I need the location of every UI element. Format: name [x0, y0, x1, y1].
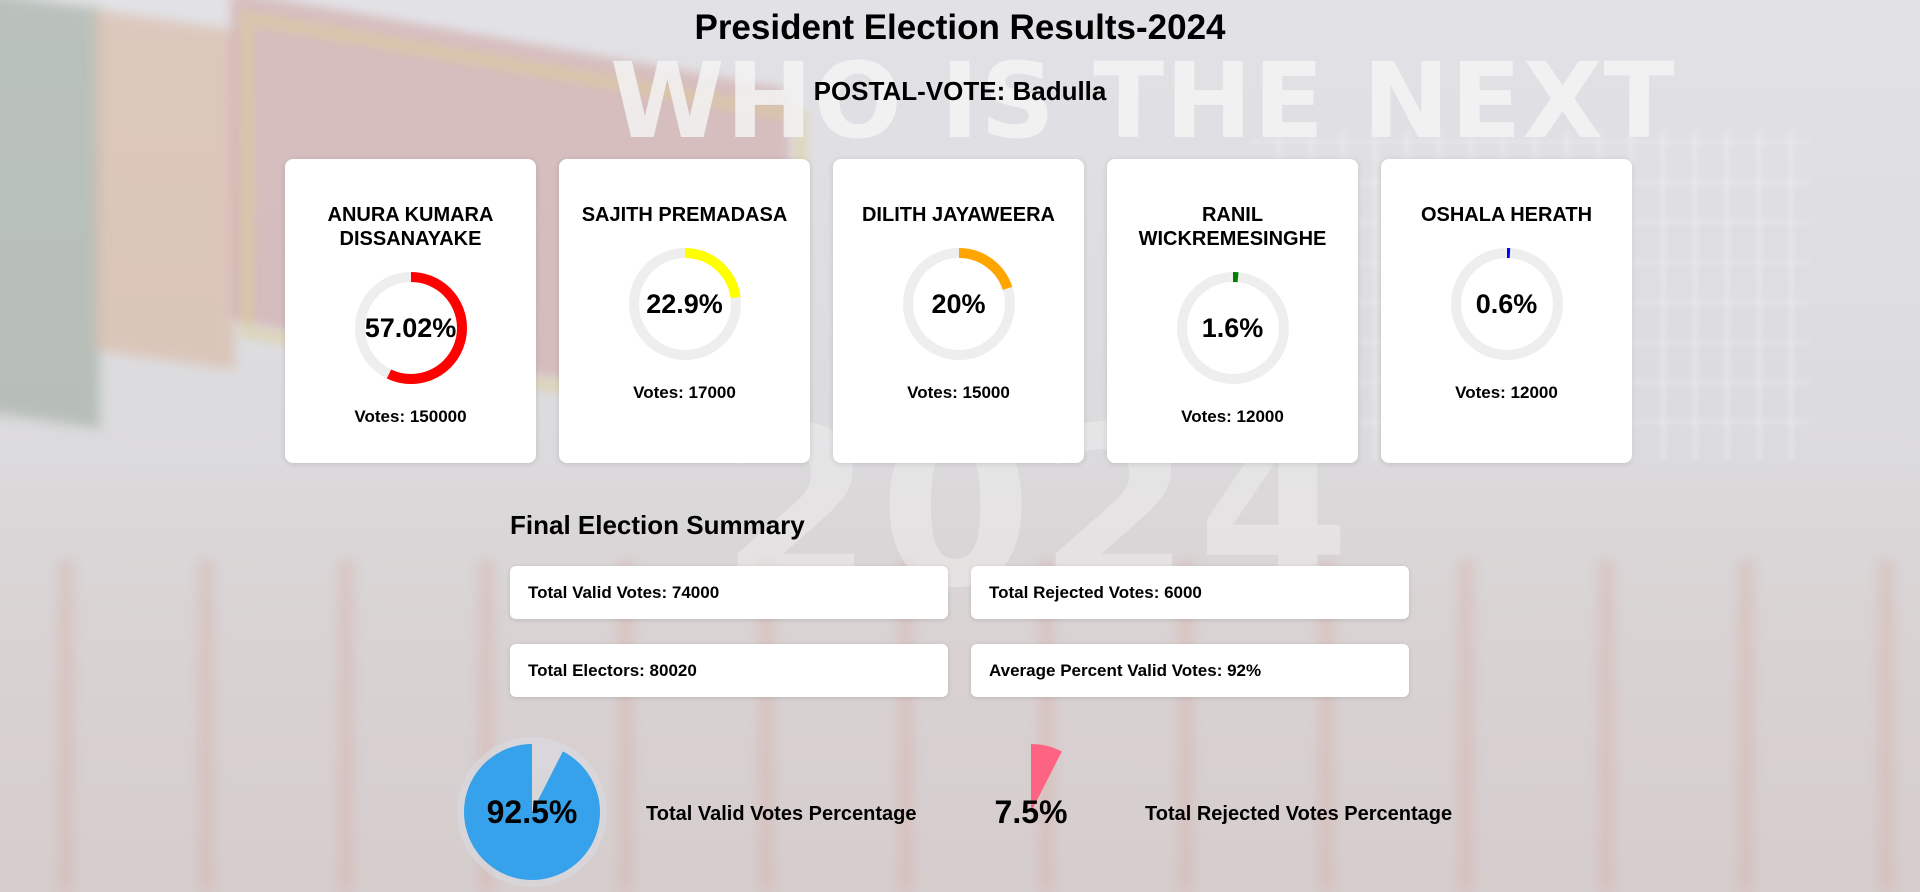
rejected-votes-pie: 7.5% [956, 737, 1106, 887]
valid-votes-caption: Total Valid Votes Percentage [646, 803, 917, 825]
candidate-donut: 22.9% [628, 247, 742, 361]
candidate-donut: 57.02% [354, 271, 468, 385]
candidate-name: ANURA KUMARA DISSANAYAKE [327, 204, 494, 250]
candidate-percent: 57.02% [364, 313, 457, 343]
rejected-votes-percent: 7.5% [994, 794, 1068, 830]
candidate-donut: 1.6% [1176, 271, 1290, 385]
candidate-percent: 0.6% [1475, 289, 1538, 319]
valid-votes-percent: 92.5% [486, 794, 578, 830]
candidate-card: RANIL WICKREMESINGHE 1.6% Votes: 12000 [1107, 159, 1358, 463]
candidate-percent: 22.9% [646, 289, 723, 319]
summary-average-valid: Average Percent Valid Votes: 92% [971, 644, 1409, 697]
candidate-votes: Votes: 12000 [1455, 383, 1558, 402]
candidate-votes: Votes: 12000 [1181, 407, 1284, 426]
candidate-percent: 1.6% [1201, 313, 1264, 343]
summary-total-valid: Total Valid Votes: 74000 [510, 566, 948, 619]
candidate-card: SAJITH PREMADASA 22.9% Votes: 17000 [559, 159, 810, 463]
candidate-card: OSHALA HERATH 0.6% Votes: 12000 [1381, 159, 1632, 463]
candidate-donut: 20% [902, 247, 1016, 361]
candidate-votes: Votes: 17000 [633, 383, 736, 402]
candidate-name: DILITH JAYAWEERA [861, 204, 1055, 226]
candidate-percent: 20% [931, 289, 986, 319]
rejected-votes-caption: Total Rejected Votes Percentage [1145, 803, 1453, 825]
candidate-card: DILITH JAYAWEERA 20% Votes: 15000 [833, 159, 1084, 463]
summary-total-rejected: Total Rejected Votes: 6000 [971, 566, 1409, 619]
candidate-votes: Votes: 150000 [354, 407, 467, 426]
candidate-donut: 0.6% [1450, 247, 1564, 361]
valid-votes-pie: 92.5% [457, 737, 607, 887]
candidate-cards: ANURA KUMARA DISSANAYAKE 57.02% Votes: 1… [285, 159, 1632, 463]
summary-total-electors: Total Electors: 80020 [510, 644, 948, 697]
page-subtitle: POSTAL-VOTE: Badulla [813, 76, 1107, 106]
summary-title: Final Election Summary [510, 510, 805, 540]
page-title: President Election Results-2024 [694, 8, 1226, 47]
candidate-name: SAJITH PREMADASA [581, 204, 788, 226]
candidate-votes: Votes: 15000 [907, 383, 1010, 402]
candidate-name: RANIL WICKREMESINGHE [1138, 204, 1327, 250]
candidate-card: ANURA KUMARA DISSANAYAKE 57.02% Votes: 1… [285, 159, 536, 463]
candidate-name: OSHALA HERATH [1420, 204, 1593, 226]
